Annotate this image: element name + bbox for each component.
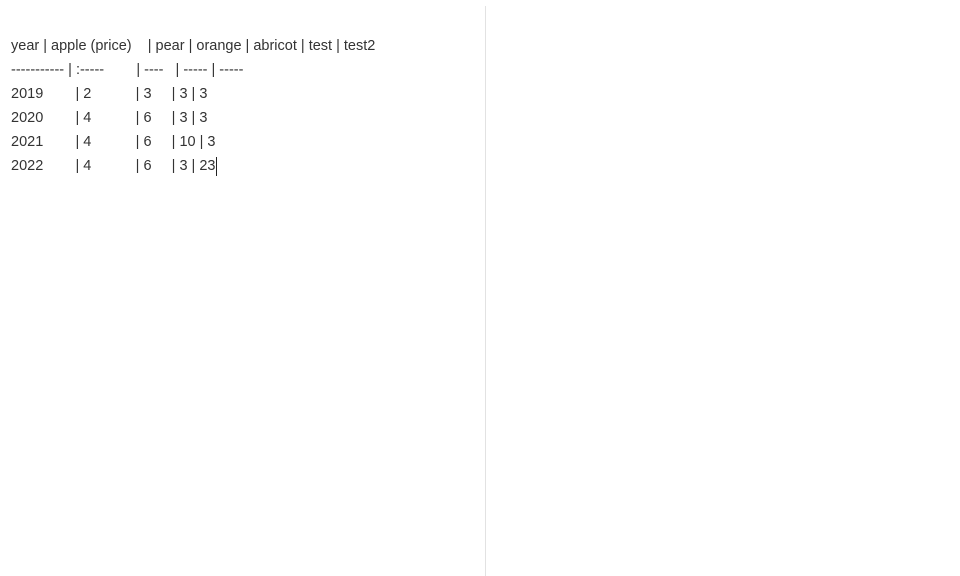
editor-line[interactable]: year | apple (price) | pear | orange | a…	[11, 34, 375, 58]
markdown-source-text[interactable]: year | apple (price) | pear | orange | a…	[11, 34, 375, 178]
editor-line[interactable]: 2021 | 4 | 6 | 10 | 3	[11, 130, 375, 154]
editor-line[interactable]: ----------- | :----- | ---- | ----- | --…	[11, 58, 375, 82]
editor-line-text: 2020 | 4 | 6 | 3 | 3	[11, 110, 208, 126]
editor-line[interactable]: 2020 | 4 | 6 | 3 | 3	[11, 106, 375, 130]
editor-line-text: 2021 | 4 | 6 | 10 | 3	[11, 134, 216, 150]
editor-line-text: ----------- | :----- | ---- | ----- | --…	[11, 62, 244, 78]
editor-line-text: 2019 | 2 | 3 | 3 | 3	[11, 86, 208, 102]
editor-line[interactable]: 2022 | 4 | 6 | 3 | 23	[11, 154, 375, 178]
markdown-editor-pane[interactable]: year | apple (price) | pear | orange | a…	[0, 0, 485, 576]
editor-line-text: year | apple (price) | pear | orange | a…	[11, 38, 376, 54]
editor-line-text: 2022 | 4 | 6 | 3 | 23	[11, 158, 216, 174]
preview-pane	[486, 0, 960, 576]
text-caret	[216, 156, 218, 176]
editor-line[interactable]: 2019 | 2 | 3 | 3 | 3	[11, 82, 375, 106]
